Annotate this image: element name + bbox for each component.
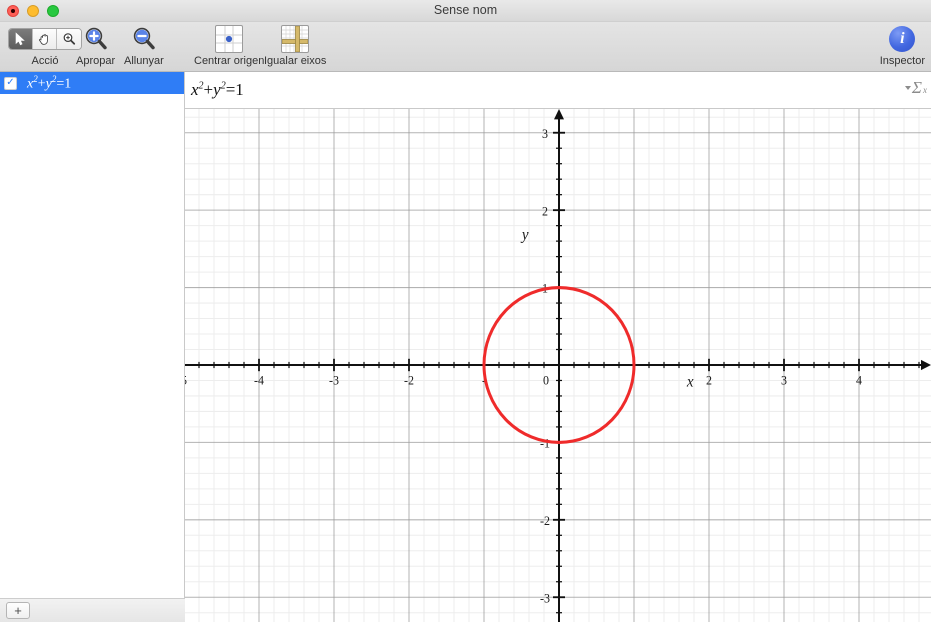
inspector-button[interactable]: i Inspector <box>880 24 925 67</box>
chevron-down-icon <box>904 86 911 90</box>
toolbar-label-apropar: Apropar <box>76 55 116 67</box>
apropar-icon-wrap <box>82 24 110 54</box>
zoom-in-icon <box>85 27 107 50</box>
toolbar-label-accio: Acció <box>31 55 59 67</box>
equalize-axes-icon <box>281 25 310 53</box>
hand-tool-segment[interactable] <box>33 29 57 49</box>
center-origin-icon <box>215 25 244 53</box>
graph-canvas[interactable]: 5-4-3-2-02345-3-2-1123xy <box>185 109 931 622</box>
formula-rhs: 1 <box>235 80 244 99</box>
toolbar: Acció Apropar Allunyar Centrar origen Ig… <box>0 22 931 72</box>
formula-bar[interactable]: x2+y2=1 Σx <box>185 72 931 109</box>
equation-checkbox[interactable]: ✓ <box>4 76 17 90</box>
y-tick-label: -2 <box>540 514 550 528</box>
formula-text[interactable]: x2+y2=1 <box>191 80 244 100</box>
equation-label: x2+y2=1 <box>27 74 71 93</box>
inspector-label: Inspector <box>879 55 925 67</box>
x-tick-label: -4 <box>254 373 264 387</box>
action-segmented-control[interactable] <box>8 28 82 50</box>
hand-icon <box>38 34 48 45</box>
add-equation-button[interactable]: + <box>6 602 30 619</box>
formula-plus: + <box>203 80 214 99</box>
formula-equals: = <box>225 80 236 99</box>
sidebar-bottom-bar: + <box>0 598 185 622</box>
sigma-icon: Σ <box>911 78 922 97</box>
x-tick-label: -2 <box>404 373 414 387</box>
x-axis-label: x <box>686 373 694 390</box>
formula-base-x: x <box>191 80 199 99</box>
toolbar-item-centrar-origen[interactable]: Centrar origen <box>194 24 264 67</box>
formula-base-y: y <box>213 80 221 99</box>
toolbar-item-accio[interactable]: Acció <box>8 24 82 67</box>
sigma-superscript: x <box>923 85 927 95</box>
accio-icon-group <box>8 24 82 54</box>
y-axis-label: y <box>520 226 529 243</box>
pointer-icon <box>15 32 25 46</box>
main-body: ✓ x2+y2=1 + x2+y2=1 Σx 5-4-3 <box>0 72 931 622</box>
x-tick-label: 2 <box>706 373 712 387</box>
x-tick-label: -3 <box>329 373 339 387</box>
y-tick-label: 3 <box>542 127 548 141</box>
x-tick-label: 3 <box>781 373 787 387</box>
allunyar-icon-wrap <box>130 24 158 54</box>
pointer-tool-segment[interactable] <box>9 29 33 49</box>
eq-rhs: 1 <box>64 76 72 92</box>
inspector-icon-wrap: i <box>889 24 916 54</box>
equation-sidebar: ✓ x2+y2=1 + <box>0 72 185 622</box>
toolbar-item-igualar-eixos[interactable]: Igualar eixos <box>264 24 326 67</box>
sigma-menu-button[interactable]: Σx <box>904 78 927 98</box>
igualar-icon-wrap <box>281 24 310 54</box>
y-tick-label: 2 <box>542 204 548 218</box>
title-bar: Sense nom <box>0 0 931 22</box>
y-tick-label: -3 <box>540 591 550 605</box>
toolbar-item-allunyar[interactable]: Allunyar <box>124 24 164 67</box>
eq-plus: + <box>37 76 46 92</box>
x-tick-label: 4 <box>856 373 862 387</box>
zoom-out-icon <box>133 27 155 50</box>
window-title: Sense nom <box>433 3 498 17</box>
graph-pane: x2+y2=1 Σx 5-4-3-2-02345-3-2-1123xy <box>185 72 931 622</box>
list-item[interactable]: ✓ x2+y2=1 <box>0 72 184 94</box>
application-window: Sense nom Acció Apropar Allunyar Centrar… <box>0 0 931 622</box>
y-tick-label: -1 <box>540 436 550 450</box>
centrar-icon-wrap <box>215 24 244 54</box>
toolbar-label-igualar-eixos: Igualar eixos <box>264 55 327 67</box>
info-icon: i <box>889 26 916 52</box>
toolbar-label-allunyar: Allunyar <box>124 55 164 67</box>
x-tick-label: 0 <box>543 373 549 387</box>
magnifier-icon <box>63 33 76 45</box>
x-tick-label: 5 <box>185 373 187 387</box>
toolbar-item-apropar[interactable]: Apropar <box>76 24 115 67</box>
plot-svg[interactable]: 5-4-3-2-02345-3-2-1123xy <box>185 109 931 622</box>
toolbar-label-centrar-origen: Centrar origen <box>194 55 265 67</box>
